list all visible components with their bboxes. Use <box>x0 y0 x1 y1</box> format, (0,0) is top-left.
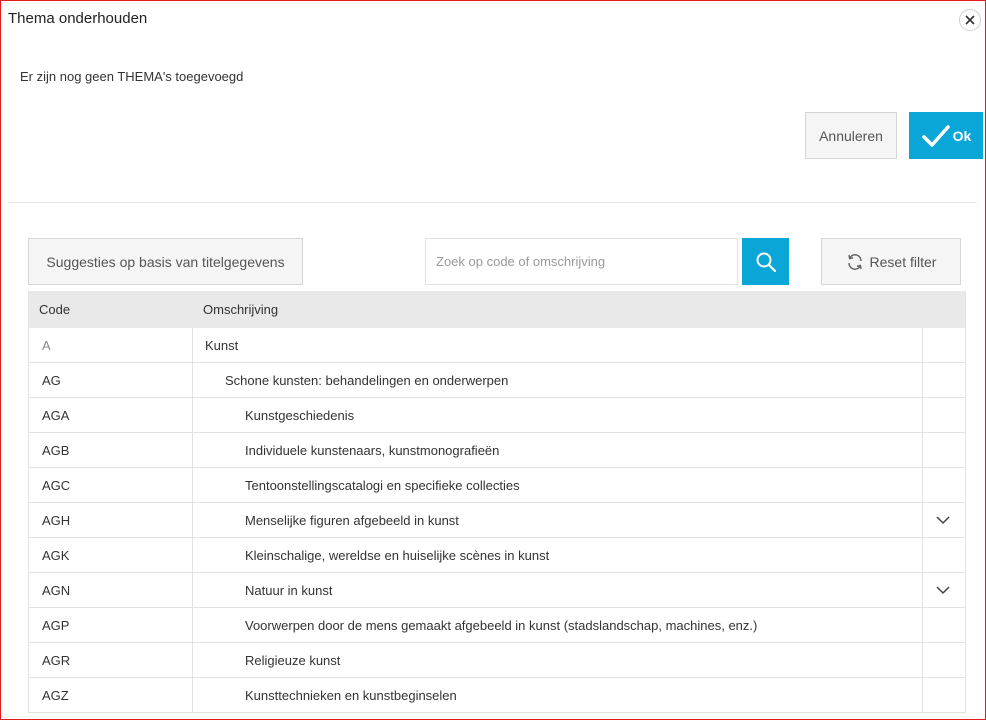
row-expand <box>923 328 963 362</box>
chevron-down-icon[interactable] <box>936 515 950 525</box>
search-input[interactable] <box>425 238 738 285</box>
row-expand[interactable] <box>923 573 963 607</box>
row-expand <box>923 643 963 677</box>
cancel-button[interactable]: Annuleren <box>805 112 897 159</box>
row-expand <box>923 608 963 642</box>
row-description: Kleinschalige, wereldse en huiselijke sc… <box>193 538 923 572</box>
table-row[interactable]: AGH Menselijke figuren afgebeeld in kunst <box>29 503 965 538</box>
chevron-down-icon[interactable] <box>936 585 950 595</box>
search-icon <box>756 252 776 272</box>
thema-table: Code Omschrijving A Kunst AG Schone kunsten… <box>28 291 966 713</box>
ok-button-label: Ok <box>952 127 972 144</box>
row-code: AGP <box>29 608 193 642</box>
table-row[interactable]: AGP Voorwerpen door de mens gemaakt afgeb… <box>29 608 965 643</box>
table-row[interactable]: AGR Religieuze kunst <box>29 643 965 678</box>
cancel-button-label: Annuleren <box>819 127 883 144</box>
row-expand <box>923 468 963 502</box>
row-code: AGA <box>29 398 193 432</box>
checkmark-icon <box>921 124 950 147</box>
table-row[interactable]: AGZ Kunsttechnieken en kunstbeginselen <box>29 678 965 713</box>
table-body: A Kunst AG Schone kunsten: behandelingen en… <box>29 328 965 713</box>
row-description: Menselijke figuren afgebeeld in kunst <box>193 503 923 537</box>
close-icon <box>965 15 975 25</box>
row-description: Kunsttechnieken en kunstbeginselen <box>193 678 923 712</box>
row-code: AGZ <box>29 678 193 712</box>
header-expand <box>923 291 963 328</box>
table-row[interactable]: AGK Kleinschalige, wereldse en huiselijke… <box>29 538 965 573</box>
divider <box>9 202 977 203</box>
dialog-title: Thema onderhouden <box>8 10 148 27</box>
row-code: AGK <box>29 538 193 572</box>
header-code: Code <box>39 302 71 317</box>
row-code: AGN <box>29 573 193 607</box>
row-code: A <box>29 328 193 362</box>
row-code: AGR <box>29 643 193 677</box>
row-description: Natuur in kunst <box>193 573 923 607</box>
close-button[interactable] <box>959 9 981 31</box>
row-description: Voorwerpen door de mens gemaakt afgebeel… <box>193 608 923 642</box>
ok-button[interactable]: Ok <box>909 112 983 159</box>
row-description: Schone kunsten: behandelingen en onderwe… <box>193 363 923 397</box>
row-description: Tentoonstellingscatalogi en specifieke c… <box>193 468 923 502</box>
table-row[interactable]: A Kunst <box>29 328 965 363</box>
table-row[interactable]: AGN Natuur in kunst <box>29 573 965 608</box>
reset-filter-button[interactable]: Reset filter <box>821 238 961 285</box>
row-expand <box>923 433 963 467</box>
thema-dialog: Thema onderhouden Er zijn nog geen THEMA… <box>0 0 986 720</box>
row-description: Kunst <box>193 328 923 362</box>
row-description: Kunstgeschiedenis <box>193 398 923 432</box>
row-code: AGH <box>29 503 193 537</box>
refresh-icon <box>847 253 862 270</box>
suggestions-button-label: Suggesties op basis van titelgegevens <box>46 253 285 270</box>
table-row[interactable]: AGA Kunstgeschiedenis <box>29 398 965 433</box>
search-button[interactable] <box>742 238 789 285</box>
suggestions-button[interactable]: Suggesties op basis van titelgegevens <box>28 238 303 285</box>
row-description: Religieuze kunst <box>193 643 923 677</box>
table-row[interactable]: AGB Individuele kunstenaars, kunstmonogra… <box>29 433 965 468</box>
empty-message: Er zijn nog geen THEMA's toegevoegd <box>20 69 244 84</box>
row-expand <box>923 678 963 712</box>
row-description: Individuele kunstenaars, kunstmonografie… <box>193 433 923 467</box>
table-header: Code Omschrijving <box>29 291 965 328</box>
reset-filter-label: Reset filter <box>869 253 937 270</box>
row-code: AGC <box>29 468 193 502</box>
table-row[interactable]: AG Schone kunsten: behandelingen en onder… <box>29 363 965 398</box>
table-row[interactable]: AGC Tentoonstellingscatalogi en specifiek… <box>29 468 965 503</box>
row-expand <box>923 398 963 432</box>
row-expand <box>923 538 963 572</box>
row-expand <box>923 363 963 397</box>
header-description: Omschrijving <box>203 302 279 317</box>
row-code: AG <box>29 363 193 397</box>
row-expand[interactable] <box>923 503 963 537</box>
row-code: AGB <box>29 433 193 467</box>
